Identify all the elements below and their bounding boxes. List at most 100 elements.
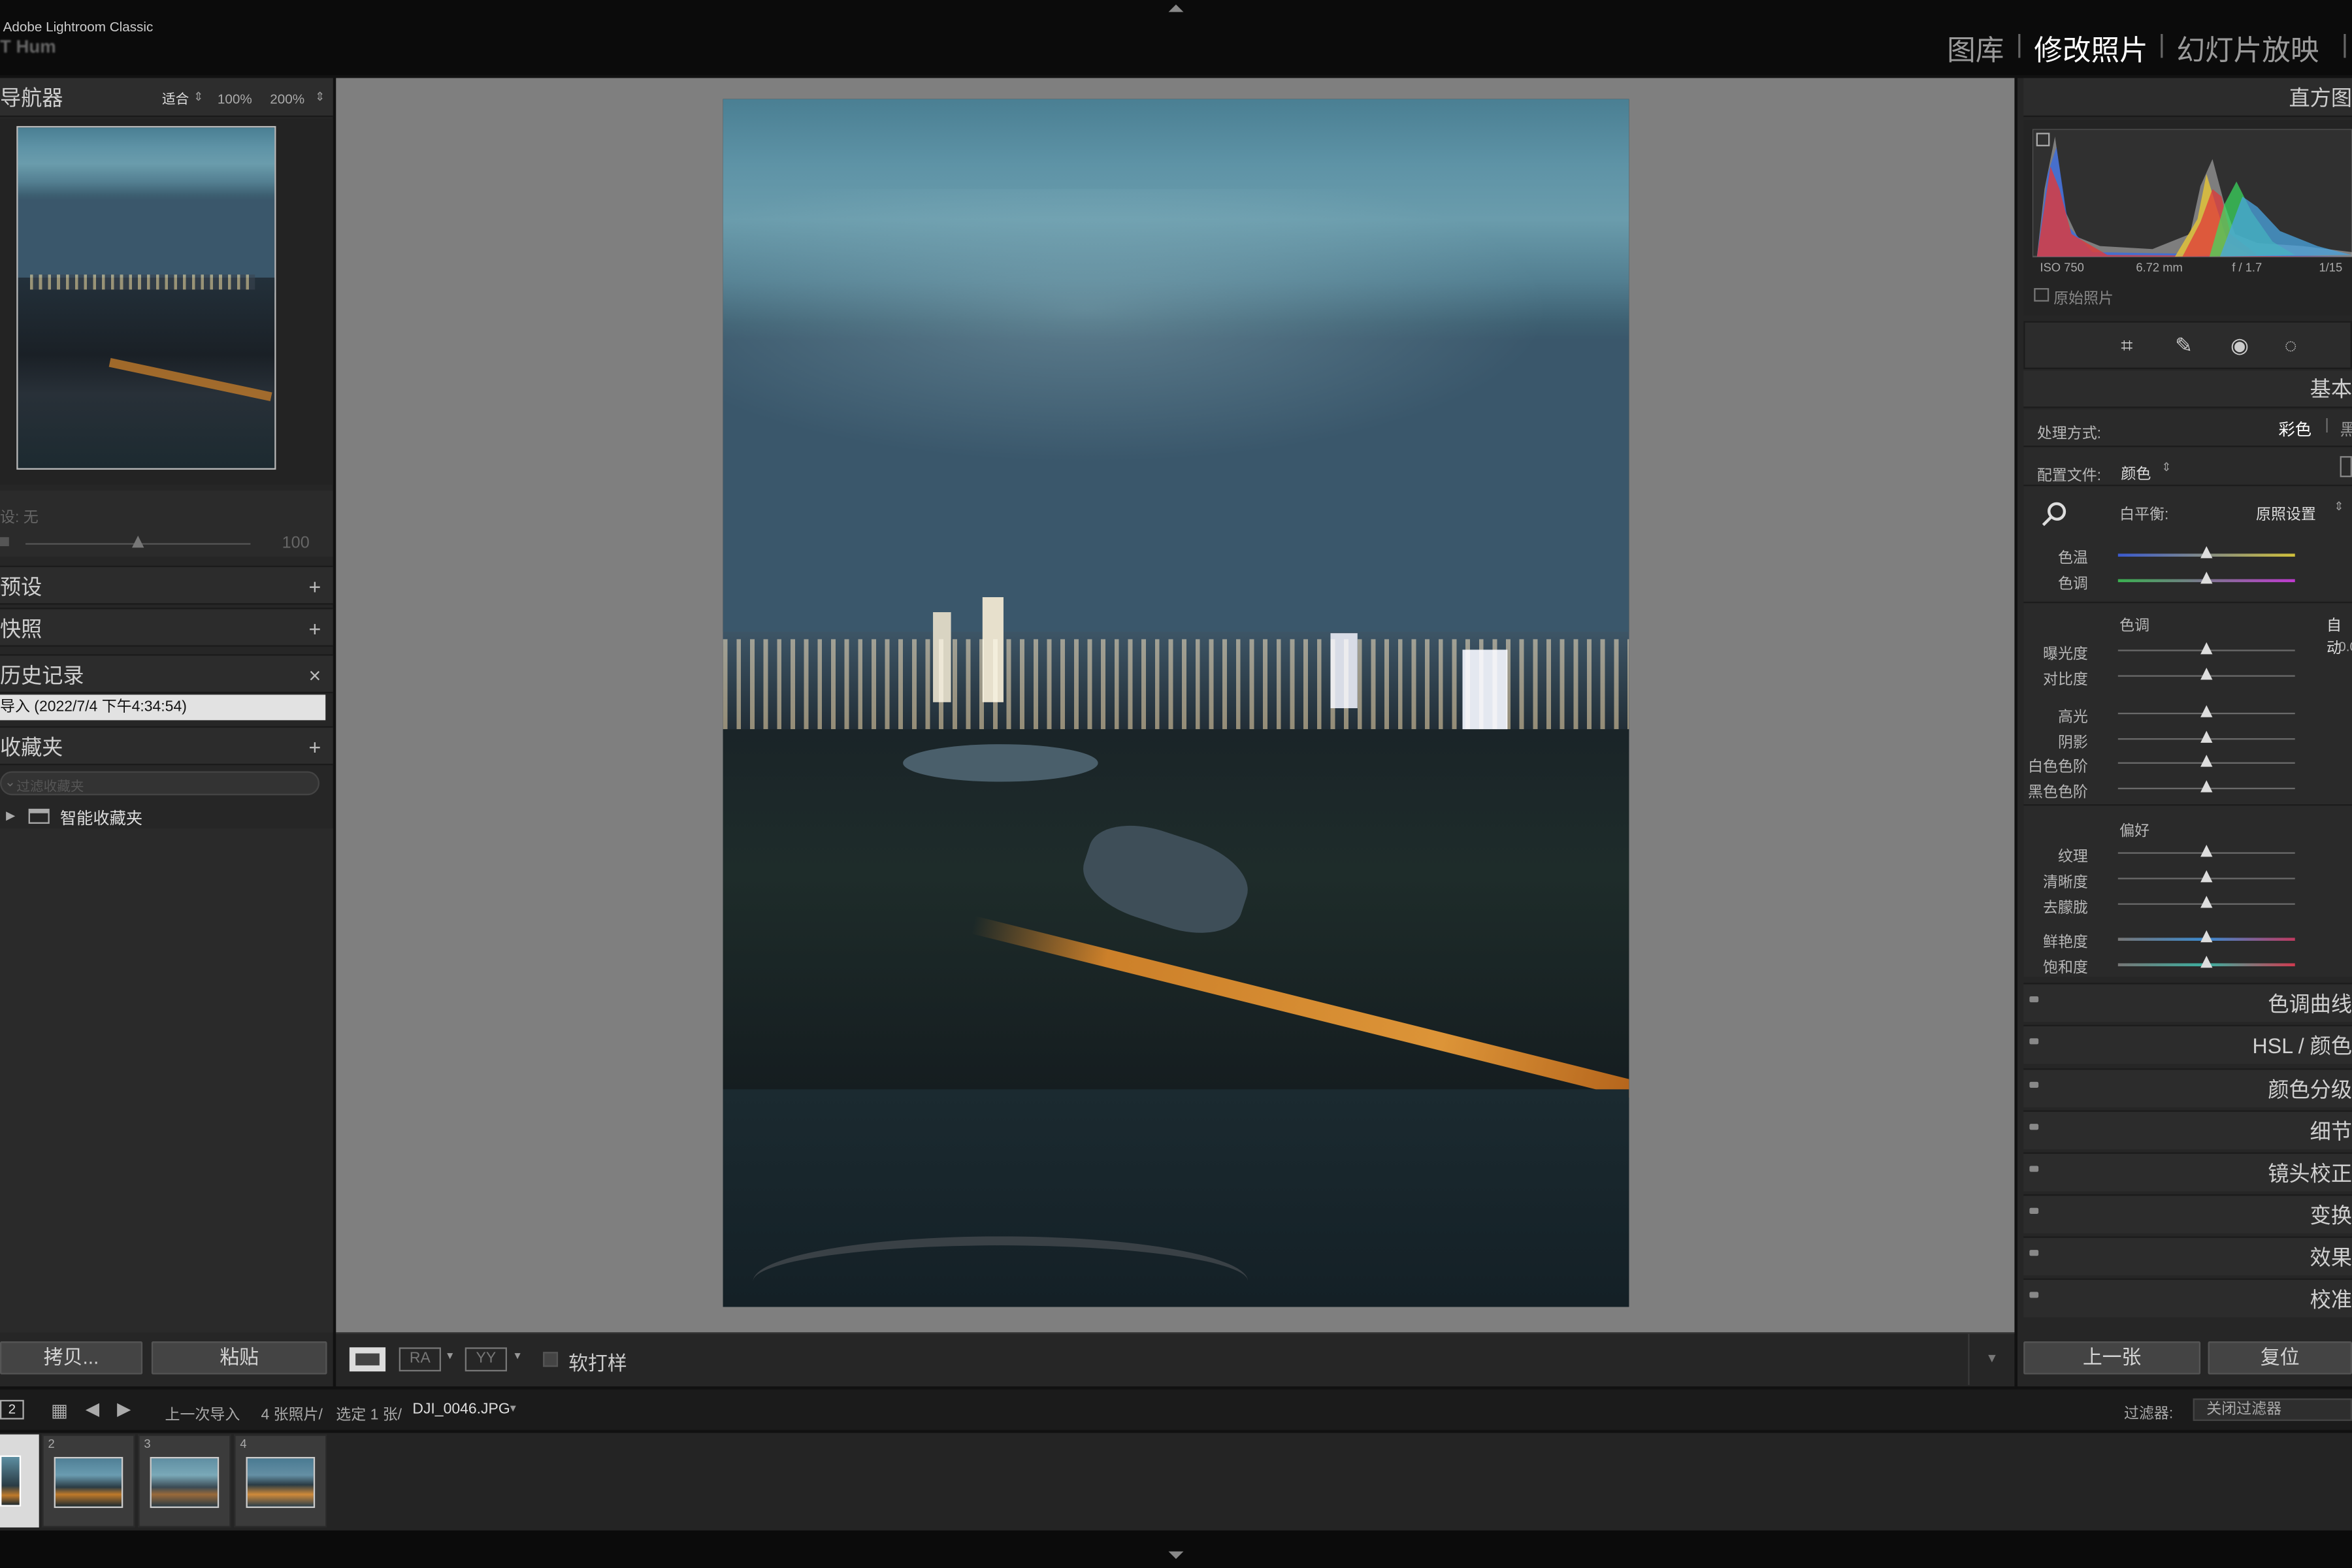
collections-header[interactable]: 收藏夹 + <box>0 726 333 767</box>
profile-browser-icon[interactable] <box>2340 456 2352 478</box>
bottom-panel-toggle-icon[interactable] <box>1168 1551 1184 1560</box>
section-hsl[interactable]: HSL / 颜色 <box>2023 1024 2352 1064</box>
filmstrip-thumb-selected[interactable] <box>0 1434 39 1527</box>
zoom-fit[interactable]: 适合 <box>162 80 189 119</box>
histogram-header[interactable]: 直方图 <box>2023 78 2352 118</box>
profile-value[interactable]: 颜色 <box>2121 461 2151 483</box>
section-toggle-icon[interactable] <box>2029 1038 2039 1045</box>
grid-view-icon[interactable]: ▦ <box>51 1400 68 1421</box>
dehaze-thumb[interactable] <box>2200 896 2213 908</box>
section-toggle-icon[interactable] <box>2029 1166 2039 1172</box>
healing-icon[interactable]: ✎ <box>2175 333 2193 359</box>
amount-value: 100 <box>282 534 310 553</box>
module-slideshow[interactable]: 幻灯片放映 <box>2176 29 2319 69</box>
chevron-down-icon[interactable]: ▾ <box>447 1349 453 1363</box>
shadows-thumb[interactable] <box>2200 730 2213 743</box>
top-panel-toggle-icon[interactable] <box>1168 4 1184 12</box>
contrast-thumb[interactable] <box>2200 667 2213 680</box>
smart-collection-label[interactable]: 智能收藏夹 <box>60 806 142 830</box>
treatment-color[interactable]: 彩色 <box>2278 417 2311 441</box>
saturation-thumb[interactable] <box>2200 955 2213 968</box>
develop-toolbar: RA ▾ YY ▾ 软打样 ▾ <box>336 1332 2015 1387</box>
chevron-down-icon[interactable]: ▾ <box>510 1401 516 1415</box>
clarity-thumb[interactable] <box>2200 870 2213 883</box>
before-after-ra[interactable]: RA <box>399 1347 441 1372</box>
navigator-thumbnail[interactable] <box>16 125 276 470</box>
before-after-yy[interactable]: YY <box>465 1347 508 1372</box>
snapshots-header[interactable]: 快照 + <box>0 608 333 647</box>
original-photo-checkbox[interactable] <box>2034 287 2050 302</box>
highlights-thumb[interactable] <box>2200 705 2213 717</box>
section-tone-curve[interactable]: 色调曲线 <box>2023 983 2352 1022</box>
collection-filter-input[interactable]: ⌄ 过滤收藏夹 <box>0 771 320 796</box>
loupe-view-icon[interactable] <box>349 1347 386 1372</box>
filmstrip-thumb[interactable]: 3 <box>138 1434 231 1527</box>
amount-slider-thumb[interactable] <box>132 535 144 548</box>
filmstrip-filename[interactable]: DJI_0046.JPG <box>412 1401 510 1418</box>
exposure-thumb[interactable] <box>2200 642 2213 655</box>
white-balance-eyedropper-icon[interactable]: ⚲ <box>2031 493 2076 537</box>
exposure-value[interactable]: 0.0 <box>2338 639 2352 654</box>
zoom-100[interactable]: 100% <box>218 80 252 119</box>
clear-history-icon[interactable]: × <box>309 656 321 695</box>
section-toggle-icon[interactable] <box>2029 1124 2039 1130</box>
filmstrip-image <box>54 1456 123 1509</box>
zoom-200[interactable]: 200% <box>270 80 304 119</box>
main-photo[interactable] <box>723 99 1629 1307</box>
wb-stepper-icon[interactable]: ⇕ <box>2334 500 2344 514</box>
filmstrip-thumb[interactable]: 4 <box>234 1434 327 1527</box>
section-toggle-icon[interactable] <box>2029 996 2039 1003</box>
module-develop[interactable]: 修改照片 <box>2034 29 2148 69</box>
blacks-thumb[interactable] <box>2200 780 2213 792</box>
whites-thumb[interactable] <box>2200 755 2213 767</box>
paste-button[interactable]: 粘贴 <box>151 1341 327 1375</box>
temp-thumb[interactable] <box>2200 546 2213 559</box>
chevron-down-icon[interactable]: ▾ <box>514 1349 520 1363</box>
wb-value[interactable]: 原照设置 <box>2256 501 2316 523</box>
expand-triangle-icon[interactable]: ▶ <box>6 809 15 823</box>
section-transform[interactable]: 变换 <box>2023 1194 2352 1233</box>
arrow-right-icon[interactable]: ▶ <box>117 1398 131 1419</box>
history-item[interactable]: 导入 (2022/7/4 下午4:34:54) <box>0 694 326 721</box>
soft-proof-checkbox[interactable] <box>543 1352 559 1367</box>
masking-icon[interactable]: ◌ <box>2285 333 2297 357</box>
section-toggle-icon[interactable] <box>2029 1292 2039 1298</box>
section-color-grading[interactable]: 颜色分级 <box>2023 1068 2352 1107</box>
vibrance-thumb[interactable] <box>2200 930 2213 943</box>
basic-header[interactable]: 基本 <box>2023 370 2352 408</box>
profile-stepper-icon[interactable]: ⇕ <box>2161 461 2171 474</box>
section-detail[interactable]: 细节 <box>2023 1110 2352 1150</box>
texture-label: 纹理 <box>2057 849 2088 866</box>
add-collection-icon[interactable]: + <box>309 728 321 767</box>
section-effects[interactable]: 效果 <box>2023 1236 2352 1276</box>
crop-icon[interactable]: ⌗ <box>2121 333 2132 359</box>
app-title: Adobe Lightroom Classic <box>3 19 154 35</box>
toolbar-menu-icon[interactable]: ▾ <box>1968 1333 2014 1385</box>
histogram-graph[interactable] <box>2032 129 2352 265</box>
section-toggle-icon[interactable] <box>2029 1250 2039 1256</box>
filmstrip-thumb[interactable]: 2 <box>42 1434 135 1527</box>
module-library[interactable]: 图库 <box>1947 29 2004 69</box>
reset-button[interactable]: 复位 <box>2208 1341 2352 1375</box>
red-eye-icon[interactable]: ◉ <box>2230 333 2249 359</box>
section-toggle-icon[interactable] <box>2029 1081 2039 1088</box>
tint-thumb[interactable] <box>2200 572 2213 584</box>
add-snapshot-icon[interactable]: + <box>309 609 321 648</box>
presets-header[interactable]: 预设 + <box>0 565 333 606</box>
filmstrip-source[interactable]: 上一次导入 <box>165 1401 240 1424</box>
treatment-bw[interactable]: 黑 <box>2340 417 2352 441</box>
section-calibration[interactable]: 校准 <box>2023 1278 2352 1318</box>
texture-thumb[interactable] <box>2200 844 2213 857</box>
arrow-left-icon[interactable]: ◀ <box>86 1398 99 1419</box>
filter-select[interactable]: 关闭过滤器 <box>2193 1398 2352 1421</box>
add-preset-icon[interactable]: + <box>309 567 321 606</box>
zoom-stepper-icon[interactable]: ⇕ <box>315 78 325 117</box>
zoom-fit-stepper-icon[interactable]: ⇕ <box>193 78 203 117</box>
navigator-header[interactable]: 导航器 适合 ⇕ 100% 200% ⇕ <box>0 78 333 119</box>
previous-button[interactable]: 上一张 <box>2023 1341 2201 1375</box>
section-toggle-icon[interactable] <box>2029 1207 2039 1214</box>
secondary-window-page[interactable]: 2 <box>0 1399 24 1420</box>
copy-button[interactable]: 拷贝... <box>0 1341 143 1375</box>
section-lens-correction[interactable]: 镜头校正 <box>2023 1152 2352 1192</box>
history-header[interactable]: 历史记录 × <box>0 654 333 695</box>
